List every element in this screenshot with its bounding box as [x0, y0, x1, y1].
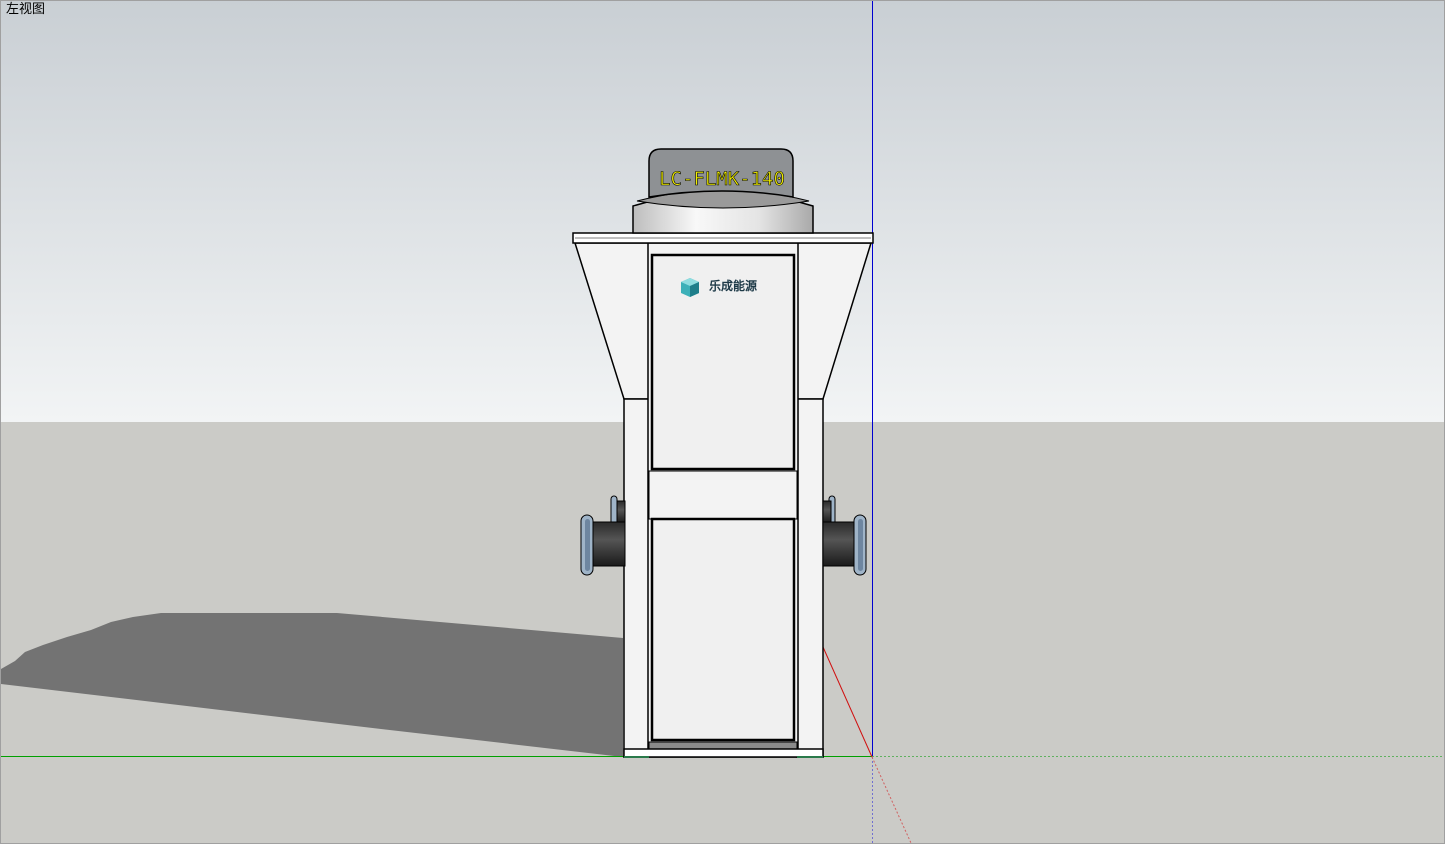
middle-band	[648, 470, 798, 520]
left-flange-inner	[585, 519, 590, 571]
right-flange-inner	[858, 519, 863, 571]
right-post	[796, 398, 824, 758]
base-rail	[623, 748, 824, 758]
scene-canvas[interactable]: LC-FLMK-140 乐成能源	[1, 1, 1444, 843]
left-rear-pipe	[616, 500, 626, 524]
sketchup-viewport[interactable]: 左视图 LC-FLMK-140 乐成能源	[0, 0, 1445, 844]
brand-name: 乐成能源	[709, 278, 757, 293]
view-name-label: 左视图	[6, 2, 46, 17]
right-front-pipe	[822, 521, 858, 567]
model-label: LC-FLMK-140	[659, 168, 785, 190]
left-front-pipe	[590, 521, 626, 567]
lower-door-panel[interactable]	[650, 517, 796, 742]
right-rear-pipe	[822, 500, 832, 524]
left-post	[623, 398, 650, 758]
